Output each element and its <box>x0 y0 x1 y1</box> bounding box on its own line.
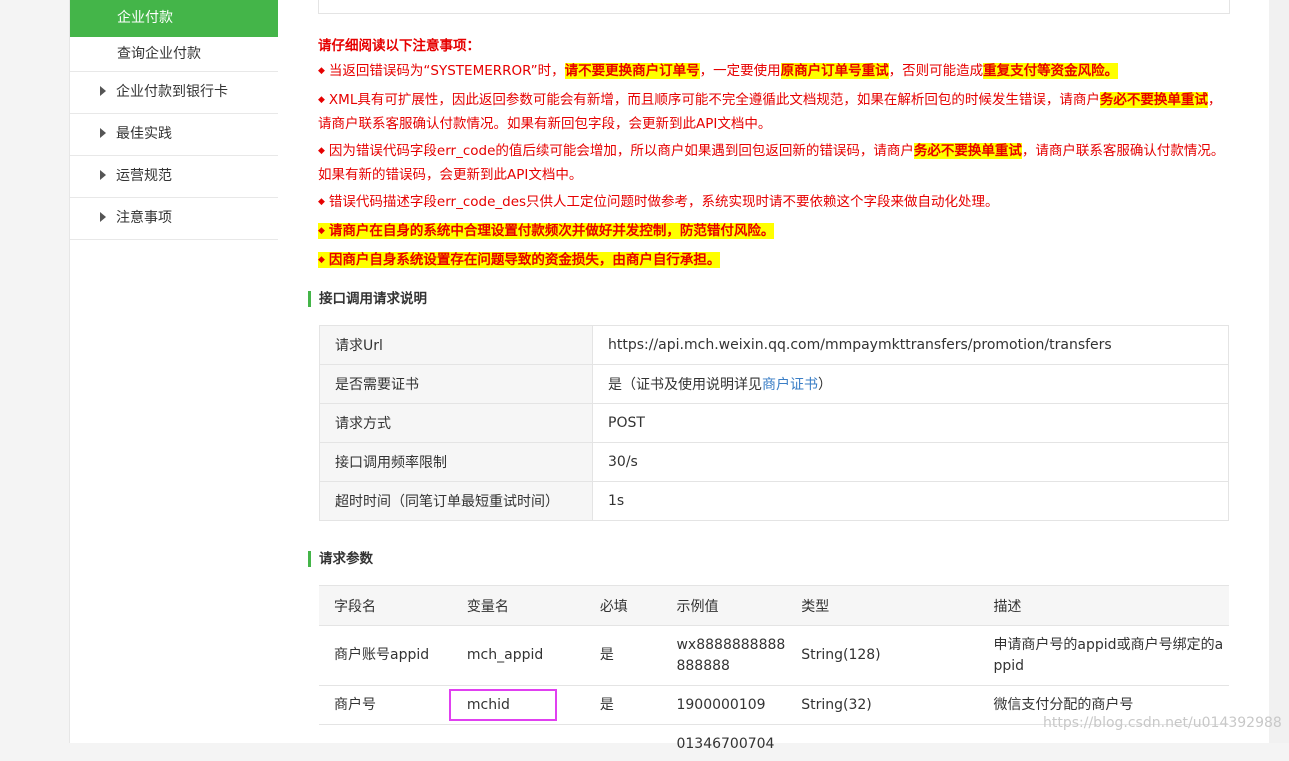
column-header: 必填 <box>585 586 662 626</box>
table-cell: 申请商户号的appid或商户号绑定的appid <box>978 626 1229 686</box>
table-key: 请求方式 <box>320 404 593 443</box>
rate-limit-value: 30/s <box>593 443 1229 482</box>
table-key: 接口调用频率限制 <box>320 443 593 482</box>
sidebar-item-query-payment[interactable]: 查询企业付款 <box>70 37 278 72</box>
caret-right-icon <box>100 212 106 222</box>
sidebar-item-enterprise-payment[interactable]: 企业付款 <box>70 0 278 37</box>
sidebar-item-best-practice[interactable]: 最佳实践 <box>70 114 278 156</box>
request-method-value: POST <box>593 404 1229 443</box>
table-key: 是否需要证书 <box>320 365 593 404</box>
sidebar-item-label: 企业付款到银行卡 <box>116 84 228 100</box>
table-cell: 1900000109 <box>661 686 786 725</box>
notice-line-5: ◆请商户在自身的系统中合理设置付款频次并做好并发控制，防范错付风险。 <box>318 220 1228 244</box>
diamond-bullet-icon: ◆ <box>318 197 325 207</box>
notice-line-4: ◆错误代码描述字段err_code_des只供人工定位问题时做参考，系统实现时请… <box>318 191 1228 215</box>
caret-right-icon <box>100 170 106 180</box>
watermark: https://blog.csdn.net/u014392988 <box>1043 715 1282 731</box>
table-key: 请求Url <box>320 326 593 365</box>
sidebar-item-label: 注意事项 <box>116 210 172 226</box>
highlighted-variable: mchid <box>467 697 510 713</box>
notice-title: 请仔细阅读以下注意事项： <box>318 34 1228 54</box>
caret-right-icon <box>100 86 106 96</box>
sidebar-item-bank-card[interactable]: 企业付款到银行卡 <box>70 72 278 114</box>
scrollbar-track[interactable] <box>1269 0 1289 743</box>
notice-line-1: ◆当返回错误码为“SYSTEMERROR”时，请不要更换商户订单号，一定要使用原… <box>318 60 1228 84</box>
timeout-value: 1s <box>593 482 1229 521</box>
table-header-row: 字段名 变量名 必填 示例值 类型 描述 <box>319 586 1229 626</box>
table-cell: 商户号 <box>319 686 452 725</box>
notice-line-6: ◆因商户自身系统设置存在问题导致的资金损失，由商户自行承担。 <box>318 249 1228 273</box>
merchant-cert-link[interactable]: 商户证书 <box>762 377 818 393</box>
table-row: 商户账号appid mch_appid 是 wx8888888888888888… <box>319 626 1229 686</box>
diamond-bullet-icon: ◆ <box>318 226 325 236</box>
top-content-box <box>318 0 1230 14</box>
sidebar-item-label: 最佳实践 <box>116 126 172 142</box>
table-cell: String(128) <box>786 626 978 686</box>
sidebar-item-operation-rules[interactable]: 运营规范 <box>70 156 278 198</box>
notice-line-2: ◆XML具有可扩展性，因此返回参数可能会有新增，而且顺序可能不完全遵循此文档规范… <box>318 89 1228 135</box>
table-row: 请求方式 POST <box>320 404 1229 443</box>
column-header: 类型 <box>786 586 978 626</box>
column-header: 描述 <box>978 586 1229 626</box>
table-key: 超时时间（同笔订单最短重试时间） <box>320 482 593 521</box>
table-row: 是否需要证书 是（证书及使用说明详见商户证书） <box>320 365 1229 404</box>
diamond-bullet-icon: ◆ <box>318 255 325 265</box>
table-cell: 商户账号appid <box>319 626 452 686</box>
section-title-request: 接口调用请求说明 <box>308 291 427 307</box>
certificate-value: 是（证书及使用说明详见商户证书） <box>593 365 1229 404</box>
request-params-table: 字段名 变量名 必填 示例值 类型 描述 商户账号appid mch_appid… <box>319 585 1229 761</box>
request-url-value: https://api.mch.weixin.qq.com/mmpaymkttr… <box>593 326 1229 365</box>
column-header: 示例值 <box>661 586 786 626</box>
table-row: 超时时间（同笔订单最短重试时间） 1s <box>320 482 1229 521</box>
table-cell: 是 <box>585 686 662 725</box>
notice-line-3: ◆因为错误代码字段err_code的值后续可能会增加，所以商户如果遇到回包返回新… <box>318 140 1228 186</box>
request-info-table: 请求Url https://api.mch.weixin.qq.com/mmpa… <box>319 325 1229 521</box>
diamond-bullet-icon: ◆ <box>318 66 325 76</box>
table-cell: String(32) <box>786 686 978 725</box>
table-cell: mchid <box>452 686 585 725</box>
caret-right-icon <box>100 128 106 138</box>
sidebar-item-label: 运营规范 <box>116 168 172 184</box>
notice-block: 请仔细阅读以下注意事项： ◆当返回错误码为“SYSTEMERROR”时，请不要更… <box>318 34 1228 278</box>
section-title-params: 请求参数 <box>308 551 373 567</box>
table-row: 接口调用频率限制 30/s <box>320 443 1229 482</box>
table-cell: mch_appid <box>452 626 585 686</box>
annotation-outline <box>449 689 557 721</box>
table-cell: wx8888888888888888 <box>661 626 786 686</box>
table-row: 请求Url https://api.mch.weixin.qq.com/mmpa… <box>320 326 1229 365</box>
diamond-bullet-icon: ◆ <box>318 95 325 105</box>
diamond-bullet-icon: ◆ <box>318 146 325 156</box>
table-cell: 是 <box>585 626 662 686</box>
column-header: 字段名 <box>319 586 452 626</box>
sidebar-nav: 企业付款 查询企业付款 企业付款到银行卡 最佳实践 运营规范 注意事项 <box>69 0 279 743</box>
main-content: 请仔细阅读以下注意事项： ◆当返回错误码为“SYSTEMERROR”时，请不要更… <box>278 0 1269 743</box>
sidebar-item-notes[interactable]: 注意事项 <box>70 198 278 240</box>
column-header: 变量名 <box>452 586 585 626</box>
